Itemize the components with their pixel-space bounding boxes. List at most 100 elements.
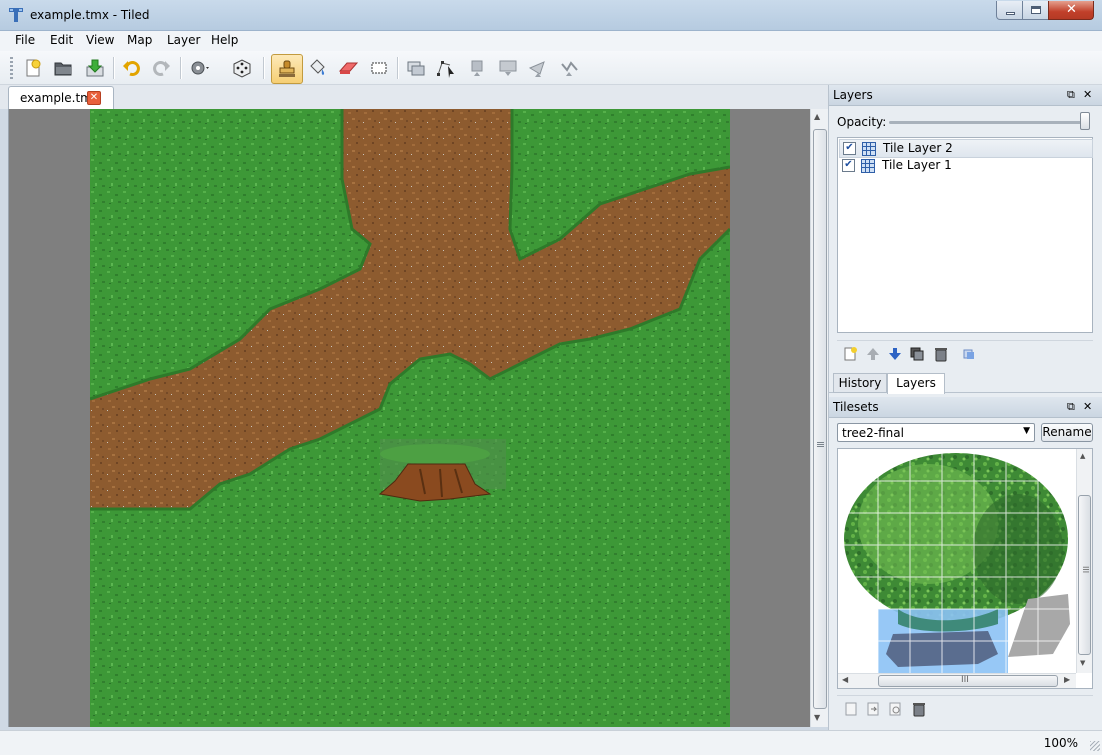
scroll-up-icon[interactable]: ▲ <box>814 112 820 121</box>
layer-row[interactable]: ✔ Tile Layer 1 <box>839 157 1091 174</box>
tileset-dropdown-value: tree2-final <box>842 426 904 440</box>
float-panel-icon[interactable]: ⧉ <box>1067 88 1075 102</box>
minimize-icon <box>1006 12 1015 15</box>
move-layer-up-icon[interactable] <box>865 346 881 362</box>
delete-tileset-icon[interactable] <box>911 701 927 717</box>
tree-stump <box>378 439 506 502</box>
tile-layer-icon <box>862 142 876 156</box>
menu-edit[interactable]: Edit <box>50 33 73 47</box>
insert-image-icon[interactable] <box>495 55 521 81</box>
map-vertical-scrollbar[interactable]: ▲ ▼ <box>810 109 828 727</box>
select-objects-icon[interactable] <box>403 55 429 81</box>
dock-tab-bar: History Layers <box>829 371 1102 394</box>
close-button[interactable]: ✕ <box>1048 1 1094 20</box>
toolbar-separator <box>180 57 182 79</box>
tab-history[interactable]: History <box>833 373 887 393</box>
edit-polygon-icon[interactable] <box>433 55 459 81</box>
tile-layer-icon <box>861 159 875 173</box>
insert-polygon-icon[interactable] <box>525 55 551 81</box>
redo-icon[interactable] <box>148 55 174 81</box>
map-scroll-thumb[interactable] <box>813 129 827 709</box>
tileset-dropdown[interactable]: tree2-final ▼ <box>837 423 1035 442</box>
layer-properties-icon[interactable] <box>961 346 977 362</box>
rename-button[interactable]: Rename <box>1041 423 1093 442</box>
stamp-brush-icon[interactable] <box>271 54 303 84</box>
menu-file[interactable]: File <box>15 33 35 47</box>
insert-polyline-icon[interactable] <box>557 55 583 81</box>
status-bar: 100% <box>0 730 1102 755</box>
tile-map[interactable] <box>90 109 730 727</box>
toolbar-separator <box>397 57 399 79</box>
new-file-icon[interactable] <box>20 55 46 81</box>
close-panel-icon[interactable]: ✕ <box>1083 400 1092 413</box>
layer-name: Tile Layer 1 <box>882 158 952 172</box>
new-layer-icon[interactable] <box>843 346 859 362</box>
menu-help[interactable]: Help <box>211 33 238 47</box>
layer-name: Tile Layer 2 <box>883 141 953 155</box>
window-title: example.tmx - Tiled <box>30 8 150 22</box>
open-folder-icon[interactable] <box>50 55 76 81</box>
duplicate-layer-icon[interactable] <box>909 346 925 362</box>
layers-list[interactable]: ✔ Tile Layer 2 ✔ Tile Layer 1 <box>837 137 1093 333</box>
random-settings-icon[interactable] <box>187 55 213 81</box>
tileset-vscroll-thumb[interactable]: III <box>1078 495 1091 655</box>
tileset-view[interactable]: ▲ III ▼ ◀ III ▶ <box>837 448 1093 689</box>
tileset-image[interactable] <box>838 449 1076 673</box>
document-tab-bar <box>0 85 828 109</box>
bucket-fill-icon[interactable] <box>304 55 330 81</box>
tilesets-panel-header: Tilesets ⧉ ✕ <box>829 397 1102 418</box>
float-panel-icon[interactable]: ⧉ <box>1067 400 1075 414</box>
layers-toolbar <box>837 340 1093 366</box>
tileset-hscroll-thumb[interactable]: III <box>878 675 1058 687</box>
tileset-vertical-scrollbar[interactable]: ▲ III ▼ <box>1076 449 1092 673</box>
tileset-horizontal-scrollbar[interactable]: ◀ III ▶ <box>838 673 1076 688</box>
close-panel-icon[interactable]: ✕ <box>1083 88 1092 101</box>
rectangle-select-icon[interactable] <box>366 55 392 81</box>
map-view[interactable] <box>8 109 810 727</box>
scroll-up-icon[interactable]: ▲ <box>1080 452 1085 460</box>
grip-icon: III <box>961 675 969 685</box>
layer-row[interactable]: ✔ Tile Layer 2 <box>839 139 1093 158</box>
save-icon[interactable] <box>82 55 108 81</box>
insert-rectangle-icon[interactable] <box>464 55 490 81</box>
scroll-down-icon[interactable]: ▼ <box>814 713 820 722</box>
dice-icon[interactable] <box>229 55 255 81</box>
layers-panel-header: Layers ⧉ ✕ <box>829 85 1102 106</box>
toolbar-separator <box>113 57 115 79</box>
chevron-down-icon: ▼ <box>1023 426 1030 436</box>
scroll-down-icon[interactable]: ▼ <box>1080 659 1085 667</box>
tab-layers[interactable]: Layers <box>887 373 945 394</box>
title-bar[interactable]: example.tmx - Tiled ✕ <box>0 0 1102 31</box>
close-tab-icon[interactable]: ✕ <box>87 91 101 105</box>
opacity-label: Opacity: <box>837 115 887 129</box>
menu-map[interactable]: Map <box>127 33 152 47</box>
toolbar-separator <box>263 57 265 79</box>
undo-icon[interactable] <box>119 55 145 81</box>
visibility-checkbox[interactable]: ✔ <box>843 142 856 155</box>
grip-icon: III <box>1081 566 1090 574</box>
menu-view[interactable]: View <box>86 33 114 47</box>
scroll-left-icon[interactable]: ◀ <box>842 675 848 684</box>
resize-grip-icon[interactable] <box>1090 741 1100 751</box>
visibility-checkbox[interactable]: ✔ <box>842 159 855 172</box>
delete-layer-icon[interactable] <box>933 346 949 362</box>
main-toolbar <box>0 51 1102 85</box>
menu-layer[interactable]: Layer <box>167 33 200 47</box>
grip-icon <box>817 442 824 448</box>
opacity-slider[interactable] <box>889 121 1083 124</box>
tilesets-toolbar <box>837 695 1093 721</box>
restore-icon <box>1031 6 1041 14</box>
map-canvas[interactable] <box>90 109 730 727</box>
export-tileset-icon[interactable] <box>887 701 903 717</box>
opacity-slider-handle[interactable] <box>1080 112 1090 130</box>
document-tab[interactable]: example.tmx ✕ <box>8 86 114 109</box>
import-tileset-icon[interactable] <box>865 701 881 717</box>
toolbar-grip[interactable] <box>10 57 13 79</box>
new-tileset-icon[interactable] <box>843 701 859 717</box>
menu-bar: File Edit View Map Layer Help <box>0 31 1102 51</box>
eraser-icon[interactable] <box>335 55 361 81</box>
move-layer-down-icon[interactable] <box>887 346 903 362</box>
scroll-right-icon[interactable]: ▶ <box>1064 675 1070 684</box>
maximize-button[interactable] <box>1022 1 1049 20</box>
minimize-button[interactable] <box>996 1 1023 20</box>
